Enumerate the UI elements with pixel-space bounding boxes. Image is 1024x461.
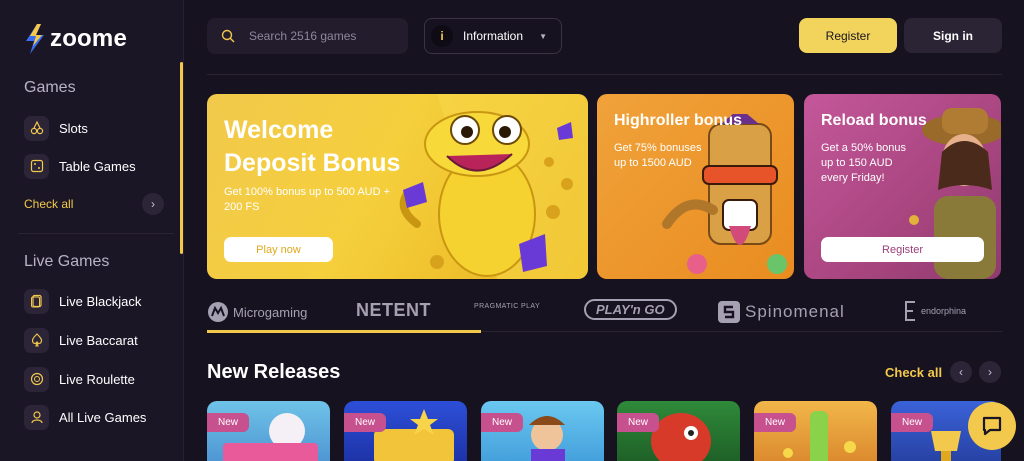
play-now-button[interactable]: Play now xyxy=(224,237,333,262)
new-releases-check-all-link[interactable]: Check all xyxy=(885,365,942,380)
provider-spinomenal[interactable]: Spinomenal xyxy=(717,300,845,324)
sidebar-item-live-blackjack[interactable]: Live Blackjack xyxy=(24,288,141,314)
chat-icon xyxy=(982,416,1002,436)
info-icon: i xyxy=(431,25,453,47)
microgaming-logo-icon xyxy=(208,302,228,322)
banner-description: Get 100% bonus up to 500 AUD + 200 FS xyxy=(224,186,391,213)
sidebar-item-label: Table Games xyxy=(59,158,136,174)
new-badge: New xyxy=(891,413,933,432)
app-root: zoome Games Slots Table Games Check all … xyxy=(0,0,1024,461)
new-badge: New xyxy=(617,413,659,432)
highroller-bonus-banner[interactable]: Highroller bonus Get 75% bonuses up to 1… xyxy=(597,94,794,279)
sidebar: zoome Games Slots Table Games Check all … xyxy=(0,0,184,461)
endorphina-logo-icon xyxy=(905,301,915,321)
games-section-title: Games xyxy=(24,79,76,96)
search-box[interactable] xyxy=(207,18,408,54)
banner-title: Reload bonus xyxy=(821,112,927,129)
banner-title: Welcome Deposit Bonus xyxy=(224,116,401,177)
provider-name: Spinomenal xyxy=(745,302,845,321)
new-releases-prev-button[interactable]: ‹ xyxy=(950,361,972,383)
provider-playngo[interactable]: PLAY'n GO xyxy=(584,299,677,320)
lightning-icon xyxy=(26,24,44,54)
search-input[interactable] xyxy=(249,29,399,43)
spinomenal-logo-icon xyxy=(718,301,740,323)
reload-bonus-banner[interactable]: Reload bonus Get a 50% bonus up to 150 A… xyxy=(804,94,1001,279)
sidebar-item-label: All Live Games xyxy=(59,409,147,425)
games-next-button[interactable]: › xyxy=(142,193,164,215)
chevron-down-icon: ▼ xyxy=(539,31,547,41)
header-divider xyxy=(207,74,1002,75)
logo-text: zoome xyxy=(50,25,128,52)
live-games-section-title: Live Games xyxy=(24,253,110,270)
logo[interactable]: zoome xyxy=(24,24,127,54)
welcome-bonus-banner[interactable]: Welcome Deposit Bonus Get 100% bonus up … xyxy=(207,94,588,279)
game-tile[interactable]: New xyxy=(617,401,740,461)
game-tile[interactable]: New xyxy=(754,401,877,461)
sidebar-item-slots[interactable]: Slots xyxy=(24,115,88,141)
providers-active-indicator xyxy=(207,330,481,333)
new-badge: New xyxy=(207,413,249,432)
spade-icon xyxy=(24,327,49,353)
provider-name: endorphina xyxy=(921,306,967,316)
cherries-icon xyxy=(24,115,49,141)
games-check-all-link[interactable]: Check all xyxy=(24,197,73,211)
sidebar-scrollbar[interactable] xyxy=(180,62,183,254)
sidebar-item-table-games[interactable]: Table Games xyxy=(24,153,136,179)
sidebar-item-live-baccarat[interactable]: Live Baccarat xyxy=(24,327,138,353)
provider-netent[interactable]: NETENT xyxy=(356,300,431,321)
register-button[interactable]: Register xyxy=(799,18,897,53)
cards-icon xyxy=(24,288,49,314)
sidebar-item-label: Live Roulette xyxy=(59,371,135,387)
reload-register-button[interactable]: Register xyxy=(821,237,984,262)
provider-name: NETENT xyxy=(356,300,431,320)
new-badge: New xyxy=(481,413,523,432)
search-icon xyxy=(221,29,235,43)
provider-name: PLAY'n GO xyxy=(584,299,677,320)
new-releases-title: New Releases xyxy=(207,361,341,383)
provider-name: PRAGMATIC PLAY xyxy=(474,303,541,310)
game-tile[interactable]: New xyxy=(207,401,330,461)
provider-pragmatic-play[interactable]: PRAGMATIC PLAY xyxy=(474,303,540,310)
new-badge: New xyxy=(754,413,796,432)
sidebar-divider xyxy=(18,233,174,234)
roulette-icon xyxy=(24,366,49,392)
provider-microgaming[interactable]: Microgaming xyxy=(207,301,307,323)
new-releases-next-button[interactable]: › xyxy=(979,361,1001,383)
banner-description: Get a 50% bonus up to 150 AUD every Frid… xyxy=(821,142,907,184)
provider-name: Microgaming xyxy=(233,304,308,320)
sidebar-item-label: Live Baccarat xyxy=(59,332,138,348)
sidebar-item-label: Live Blackjack xyxy=(59,293,142,309)
information-label: Information xyxy=(463,29,524,43)
sidebar-item-label: Slots xyxy=(59,120,88,136)
chevron-right-icon: › xyxy=(151,197,155,211)
tiki-mask-image xyxy=(662,114,787,274)
game-tile[interactable]: New xyxy=(344,401,467,461)
banner-title: Highroller bonus xyxy=(614,112,742,129)
signin-button[interactable]: Sign in xyxy=(904,18,1002,53)
chevron-left-icon: ‹ xyxy=(959,365,963,379)
dealer-icon xyxy=(24,404,49,430)
game-tile[interactable]: New xyxy=(481,401,604,461)
sidebar-item-all-live-games[interactable]: All Live Games xyxy=(24,404,146,430)
dice-icon xyxy=(24,153,49,179)
live-chat-button[interactable] xyxy=(968,402,1016,450)
chevron-right-icon: › xyxy=(988,365,992,379)
new-badge: New xyxy=(344,413,386,432)
banner-description: Get 75% bonuses up to 1500 AUD xyxy=(614,142,702,169)
information-dropdown[interactable]: i Information ▼ xyxy=(424,18,562,54)
provider-endorphina[interactable]: endorphina xyxy=(903,300,966,322)
sidebar-item-live-roulette[interactable]: Live Roulette xyxy=(24,366,135,392)
